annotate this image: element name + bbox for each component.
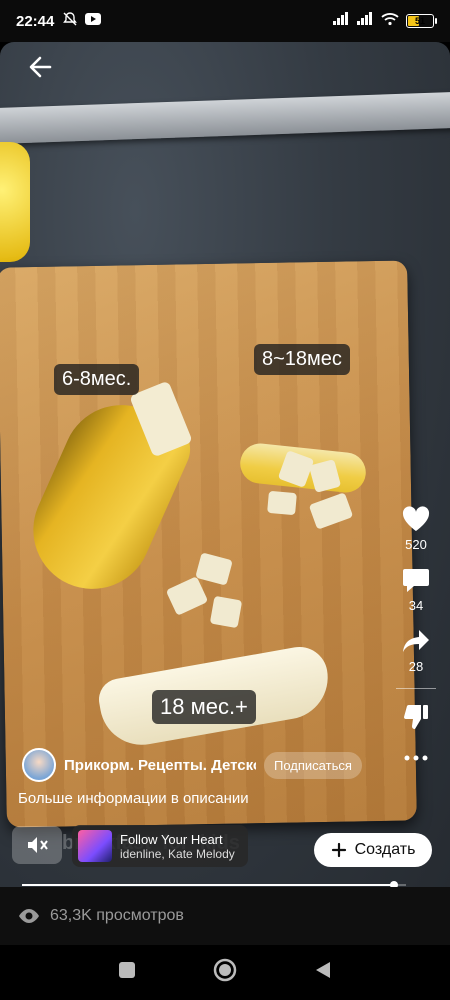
- actions-column: 520 34 28: [396, 505, 436, 777]
- sound-off-icon: [28, 837, 48, 853]
- back-nav-button[interactable]: [314, 960, 332, 985]
- battery-level: 51: [414, 16, 425, 26]
- back-arrow-icon: [29, 56, 52, 78]
- square-icon: [119, 962, 136, 978]
- dislike-icon: [404, 704, 428, 729]
- video-description[interactable]: Больше информации в описании: [18, 790, 249, 807]
- music-chip[interactable]: Follow Your Heart idenline, Kate Melody: [72, 825, 248, 867]
- back-button[interactable]: [24, 52, 58, 82]
- age-label-8-18: 8~18мес: [254, 344, 350, 375]
- views-count: 63,3K просмотров: [50, 907, 184, 924]
- recents-button[interactable]: [118, 961, 136, 984]
- signal-icon-2: [356, 11, 374, 31]
- notifications-muted-icon: [62, 11, 78, 32]
- like-button[interactable]: 520: [401, 505, 431, 552]
- plus-icon: [331, 842, 346, 858]
- status-time: 22:44: [16, 12, 55, 30]
- comments-button[interactable]: 34: [401, 566, 431, 613]
- actions-divider: [396, 688, 436, 689]
- more-options-button[interactable]: [401, 753, 431, 763]
- subscribe-button[interactable]: Подписаться: [264, 751, 362, 779]
- channel-row: Прикорм. Рецепты. Детское Подписаться: [22, 747, 372, 783]
- more-icon: [404, 755, 428, 761]
- create-label: Создать: [354, 841, 416, 858]
- triangle-back-icon: [315, 962, 330, 978]
- status-bar: 22:44 51: [0, 0, 450, 42]
- like-count: 520: [405, 537, 427, 552]
- dislike-button[interactable]: [401, 703, 431, 731]
- share-count: 28: [408, 659, 424, 674]
- eye-icon: [19, 909, 39, 923]
- age-label-18-plus: 18 мес.+: [152, 690, 256, 724]
- video-background-rail: [0, 91, 450, 145]
- banana-chunk: [209, 595, 243, 629]
- youtube-icon: [84, 12, 102, 31]
- share-button[interactable]: 28: [401, 627, 431, 674]
- signal-icon: [332, 11, 350, 31]
- comments-count: 34: [408, 598, 424, 613]
- progress-fill: [22, 884, 395, 886]
- wifi-icon: [380, 12, 400, 31]
- comment-icon: [403, 569, 429, 592]
- album-art: [78, 830, 112, 862]
- circle-icon: [213, 958, 237, 982]
- music-title: Follow Your Heart: [120, 831, 223, 847]
- system-nav-bar: [0, 945, 450, 1000]
- banana-chunk: [267, 490, 297, 516]
- music-artist: idenline, Kate Melody: [120, 846, 235, 861]
- like-icon: [402, 506, 430, 531]
- video-background-jar: [0, 142, 30, 262]
- home-button[interactable]: [213, 958, 237, 987]
- age-label-6-8: 6-8мес.: [54, 364, 140, 395]
- battery-icon: 51: [406, 14, 437, 28]
- share-icon: [403, 630, 429, 652]
- views-row: 63,3K просмотров: [0, 887, 450, 945]
- channel-name[interactable]: Прикорм. Рецепты. Детское: [64, 757, 256, 774]
- mute-button[interactable]: [12, 826, 62, 864]
- create-button[interactable]: Создать: [314, 833, 432, 867]
- progress-bar[interactable]: [22, 881, 406, 889]
- channel-avatar[interactable]: [22, 748, 56, 782]
